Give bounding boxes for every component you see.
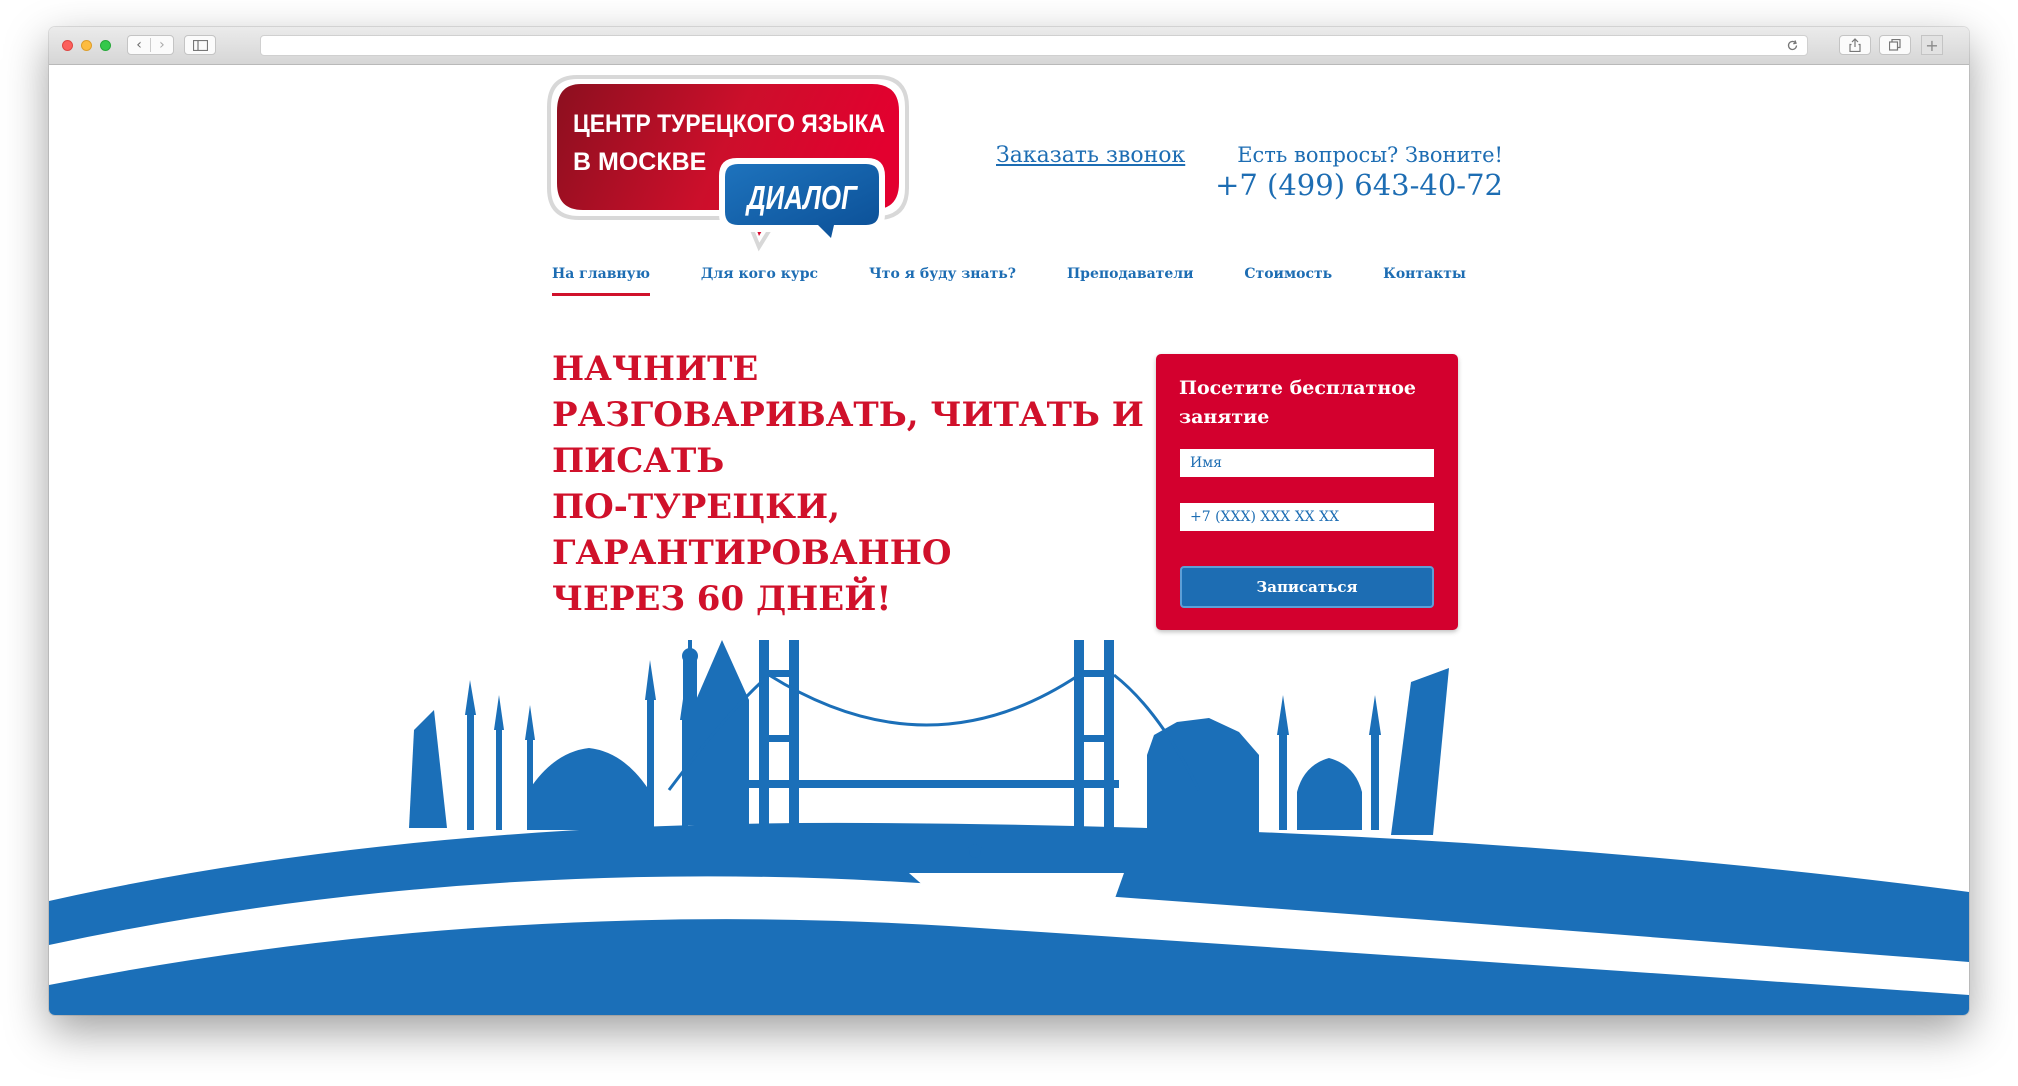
phone-input[interactable] [1180, 503, 1434, 531]
sidebar-icon [192, 39, 208, 51]
signup-button[interactable]: Записаться [1180, 566, 1434, 608]
istanbul-skyline-illustration [49, 640, 1969, 1015]
nav-home[interactable]: На главную [552, 266, 650, 296]
nav-what-will-i-know[interactable]: Что я буду знать? [869, 266, 1016, 296]
logo-line1: ЦЕНТР ТУРЕЦКОГО ЯЗЫКА [573, 110, 885, 138]
new-tab-button[interactable]: + [1921, 35, 1943, 55]
questions-text: Есть вопросы? Звоните! [1237, 143, 1503, 167]
reload-icon[interactable] [1786, 39, 1799, 52]
phone-number[interactable]: +7 (499) 643-40-72 [1215, 168, 1503, 202]
minimize-window-icon[interactable] [81, 40, 92, 51]
browser-toolbar: ‹ › + [49, 27, 1969, 65]
tabs-icon [1889, 39, 1901, 51]
hero-line1: Начните [552, 349, 759, 389]
sidebar-toggle-button[interactable] [184, 35, 216, 55]
hero-headline: Начните разговаривать, читать и писать п… [552, 346, 1152, 622]
nav-teachers[interactable]: Преподаватели [1067, 266, 1194, 296]
site-logo[interactable]: ЦЕНТР ТУРЕЦКОГО ЯЗЫКА В МОСКВЕ ДИАЛОГ [537, 70, 922, 252]
back-forward-buttons: ‹ › [127, 35, 174, 55]
share-icon [1849, 38, 1861, 52]
hero-line4: через 60 дней! [552, 579, 892, 619]
name-input[interactable] [1180, 449, 1434, 477]
forward-icon[interactable]: › [151, 37, 173, 53]
tabs-overview-button[interactable] [1879, 35, 1911, 55]
browser-window: ‹ › + ЦЕНТР ТУРЕЦКОГО ЯЗЫКА В МОСКВЕ ДИА… [49, 27, 1969, 1015]
address-bar[interactable] [260, 35, 1808, 56]
logo-brand: ДИАЛОГ [745, 179, 859, 216]
plus-icon: + [1925, 35, 1939, 55]
nav-pricing[interactable]: Стоимость [1244, 266, 1332, 296]
back-icon[interactable]: ‹ [128, 37, 150, 53]
logo-line2: В МОСКВЕ [573, 148, 706, 176]
form-title: Посетите бесплатное занятие [1179, 377, 1416, 428]
signup-form: Посетите бесплатное занятие Записаться [1156, 354, 1458, 630]
share-button[interactable] [1839, 35, 1871, 55]
close-window-icon[interactable] [62, 40, 73, 51]
callback-link[interactable]: Заказать звонок [996, 143, 1185, 168]
webpage: ЦЕНТР ТУРЕЦКОГО ЯЗЫКА В МОСКВЕ ДИАЛОГ За… [49, 65, 1969, 1015]
nav-for-whom[interactable]: Для кого курс [701, 266, 818, 296]
maximize-window-icon[interactable] [100, 40, 111, 51]
hero-line3: по-турецки, гарантированно [552, 487, 952, 573]
nav-contacts[interactable]: Контакты [1383, 266, 1466, 296]
hero-line2: разговаривать, читать и писать [552, 395, 1144, 481]
main-nav: На главную Для кого курс Что я буду знат… [552, 266, 1466, 296]
